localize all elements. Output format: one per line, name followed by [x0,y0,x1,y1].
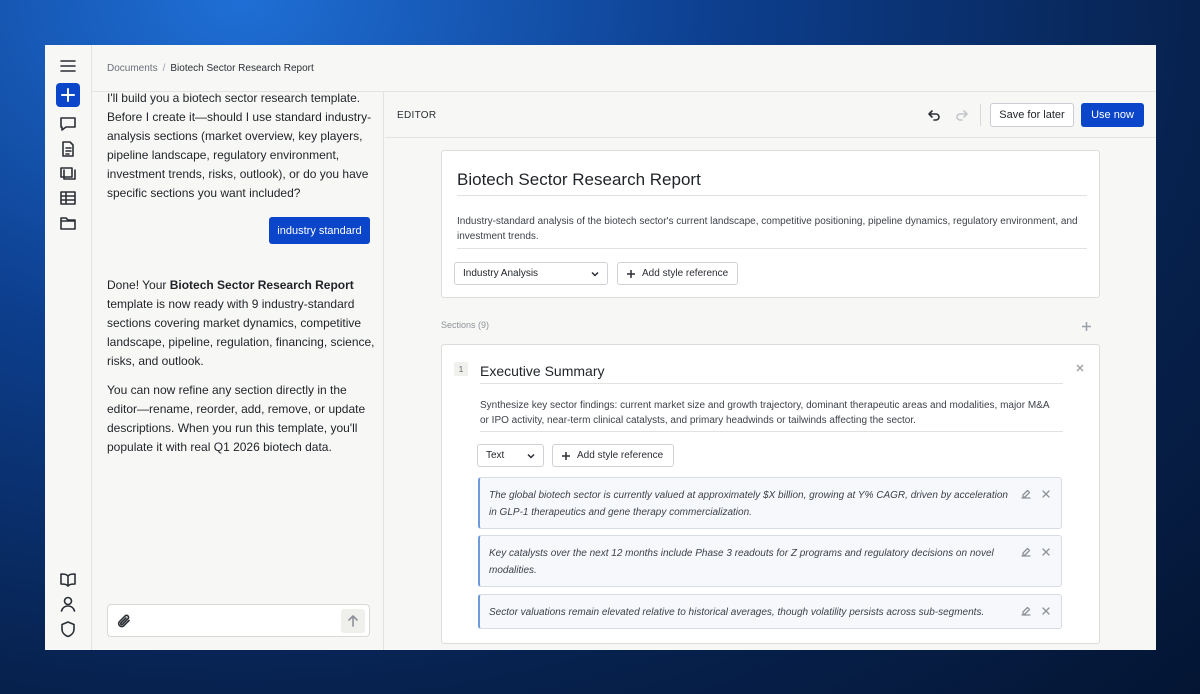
use-now-button[interactable]: Use now [1081,103,1144,127]
divider [457,195,1087,196]
edit-icon[interactable] [1021,486,1031,499]
breadcrumb: Documents / Biotech Sector Research Repo… [92,45,1156,92]
done-suffix: template is now ready with 9 industry-st… [107,297,375,368]
edit-icon[interactable] [1021,603,1031,616]
message-line: investment trends, risks, outlook), or d… [107,167,369,181]
paperclip-icon[interactable] [116,613,132,629]
bullet-text[interactable]: The global biotech sector is currently v… [489,487,1017,521]
app-window: Documents / Biotech Sector Research Repo… [45,45,1156,650]
chevron-down-icon [590,269,600,279]
message-line: analysis sections (market overview, key … [107,129,363,143]
save-for-later-button[interactable]: Save for later [990,103,1074,127]
new-plus-icon[interactable] [56,83,80,107]
breadcrumb-root[interactable]: Documents [107,63,158,74]
chevron-down-icon [526,451,536,461]
sections-count-label: Sections (9) [441,320,490,330]
bullet-text[interactable]: Key catalysts over the next 12 months in… [489,545,1017,579]
section-title[interactable]: Executive Summary [480,363,604,379]
divider [480,383,1063,384]
breadcrumb-current: Biotech Sector Research Report [170,62,314,74]
document-icon[interactable] [59,140,77,158]
done-bold: Biotech Sector Research Report [169,278,354,292]
document-title[interactable]: Biotech Sector Research Report [457,170,701,190]
assistant-done-message: Done! Your Biotech Sector Research Repor… [107,276,377,457]
section-add-style-reference-button[interactable]: Add style reference [552,444,674,467]
example-bullet: Key catalysts over the next 12 months in… [478,535,1062,587]
editor-label: EDITOR [397,110,437,121]
done-paragraph: Done! Your Biotech Sector Research Repor… [107,276,377,371]
undo-icon[interactable] [927,108,941,122]
example-bullet: Sector valuations remain elevated relati… [478,594,1062,629]
arrow-up-icon [348,615,358,627]
icon-rail [45,45,92,650]
close-icon[interactable] [1075,360,1085,372]
add-style-reference-button[interactable]: Add style reference [617,262,738,285]
divider [457,248,1087,249]
chat-composer[interactable] [107,604,370,637]
followup-paragraph: You can now refine any section directly … [107,383,366,454]
menu-icon[interactable] [59,57,77,75]
section-description[interactable]: Synthesize key sector findings: current … [480,398,1060,428]
close-icon[interactable] [1041,544,1051,556]
user-icon[interactable] [59,595,77,613]
message-line: specific sections you want included? [107,186,301,200]
add-style-label: Add style reference [642,268,729,279]
editor-header: EDITOR Save for later Use now [385,92,1156,138]
shield-icon[interactable] [59,620,77,638]
main-area: Documents / Biotech Sector Research Repo… [92,45,1156,650]
message-line: Before I create it—should I use standard… [107,110,372,124]
document-description[interactable]: Industry-standard analysis of the biotec… [457,214,1087,244]
add-style-label: Add style reference [577,450,664,461]
section-format-select[interactable]: Text [477,444,544,467]
table-icon[interactable] [59,189,77,207]
close-icon[interactable] [1041,486,1051,498]
layers-icon[interactable] [59,164,77,182]
section-number: 1 [454,362,468,376]
message-line: pipeline landscape, regulatory environme… [107,148,340,162]
chat-panel: I'll build you a biotech sector research… [92,91,384,650]
plus-icon [626,269,636,279]
section-format-value: Text [486,450,505,461]
edit-icon[interactable] [1021,544,1031,557]
book-icon[interactable] [59,570,77,588]
add-section-plus-icon[interactable] [1081,319,1092,331]
editor-panel: EDITOR Save for later Use now Biotech Se… [385,92,1156,650]
close-icon[interactable] [1041,603,1051,615]
document-card: Biotech Sector Research Report Industry-… [441,150,1100,298]
user-reply-chip[interactable]: industry standard [269,217,370,244]
breadcrumb-separator: / [162,62,166,74]
bullet-text[interactable]: Sector valuations remain elevated relati… [489,604,1017,621]
chat-icon[interactable] [59,115,77,133]
section-card: 1 Executive Summary Synthesize key secto… [441,344,1100,644]
message-line: I'll build you a biotech sector research… [107,91,361,105]
header-divider [980,104,981,126]
example-bullet: The global biotech sector is currently v… [478,477,1062,529]
folder-icon[interactable] [59,214,77,232]
plus-icon [561,451,571,461]
send-button[interactable] [341,609,365,633]
divider [480,431,1063,432]
done-prefix: Done! Your [107,278,170,292]
redo-icon[interactable] [955,108,969,122]
document-type-select[interactable]: Industry Analysis [454,262,608,285]
document-type-value: Industry Analysis [463,268,539,279]
